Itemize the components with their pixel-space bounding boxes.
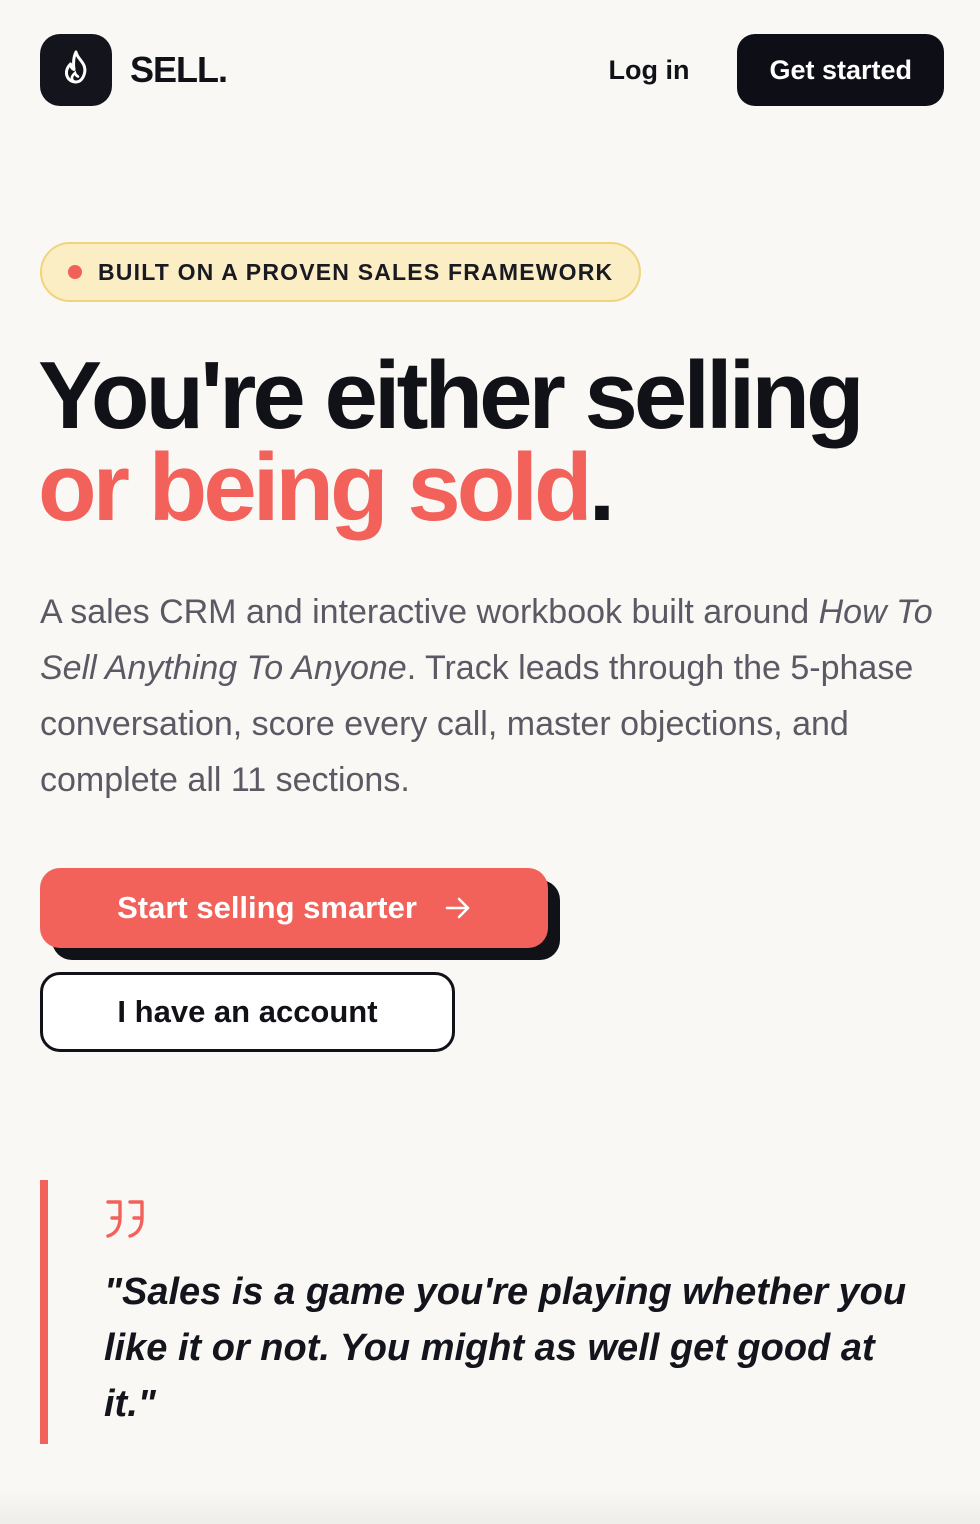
headline-line-1: You're either selling: [38, 342, 865, 449]
next-section-fade: [0, 1490, 980, 1524]
headline-accent: or being sold: [38, 434, 593, 541]
badge-dot: [68, 265, 82, 279]
header-nav: Log in Get started: [608, 34, 944, 106]
arrow-right-icon: [445, 897, 471, 919]
framework-badge: BUILT ON A PROVEN SALES FRAMEWORK: [40, 242, 642, 302]
headline-period: .: [588, 434, 616, 541]
login-link[interactable]: Log in: [608, 55, 689, 86]
brand[interactable]: SELL.: [40, 34, 228, 106]
headline-line-2: or being sold.: [38, 440, 958, 536]
quote-text: "Sales is a game you're playing whether …: [104, 1271, 907, 1425]
start-selling-button[interactable]: Start selling smarter: [40, 868, 548, 948]
brand-name: SELL.: [130, 49, 228, 90]
quote-mark-icon: [104, 1198, 148, 1245]
have-account-button[interactable]: I have an account: [40, 972, 455, 1052]
hero-description: A sales CRM and interactive workbook bui…: [40, 584, 940, 808]
landing-page: SELL. Log in Get started BUILT ON A PROV…: [0, 0, 980, 1524]
start-selling-label: Start selling smarter: [117, 890, 417, 925]
flame-icon: [59, 49, 93, 92]
site-header: SELL. Log in Get started: [40, 34, 944, 106]
badge-text: BUILT ON A PROVEN SALES FRAMEWORK: [98, 258, 614, 285]
primary-cta-wrapper: Start selling smarter: [40, 868, 560, 960]
logo: [40, 34, 112, 106]
description-intro: A sales CRM and interactive workbook bui…: [40, 593, 819, 631]
hero-headline: You're either selling or being sold.: [38, 342, 958, 536]
testimonial-quote: "Sales is a game you're playing whether …: [40, 1180, 940, 1444]
get-started-button[interactable]: Get started: [737, 34, 944, 106]
